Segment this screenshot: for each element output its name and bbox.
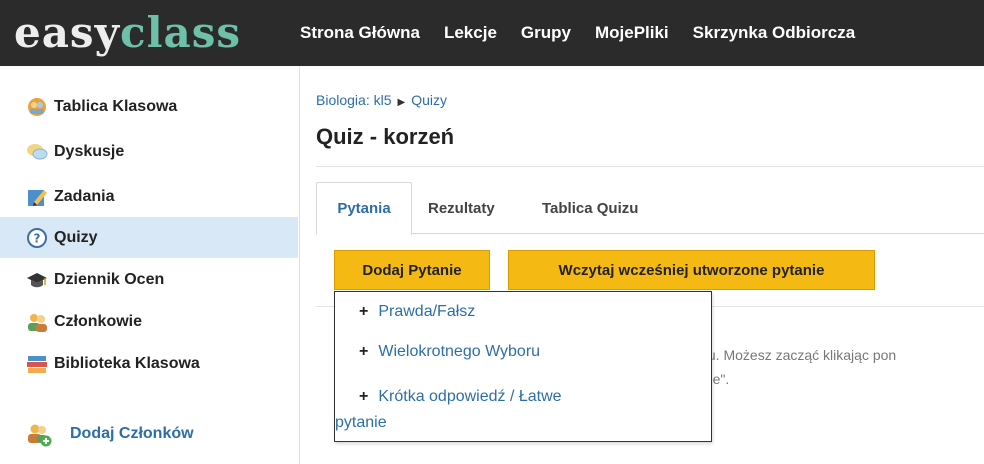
plus-icon: + xyxy=(359,343,369,360)
nav-groups[interactable]: Grupy xyxy=(521,23,571,43)
sidebar-item-library[interactable]: Biblioteka Klasowa xyxy=(0,343,298,384)
main-nav: Strona Główna Lekcje Grupy MojePliki Skr… xyxy=(300,0,879,66)
sidebar-item-label: Członkowie xyxy=(54,312,143,330)
sidebar-item-class-board[interactable]: Tablica Klasowa xyxy=(0,86,298,127)
sidebar-item-discussions[interactable]: Dyskusje xyxy=(0,131,298,172)
menu-item-true-false[interactable]: + Prawda/Fałsz xyxy=(359,303,475,321)
nav-inbox[interactable]: Skrzynka Odbiorcza xyxy=(693,23,856,43)
nav-lessons[interactable]: Lekcje xyxy=(444,23,497,43)
sidebar-item-label: Zadania xyxy=(54,187,115,205)
sidebar-item-members[interactable]: Członkowie xyxy=(0,301,298,342)
sidebar-item-gradebook[interactable]: Dziennik Ocen xyxy=(0,259,298,300)
sidebar-item-label: Dyskusje xyxy=(54,142,125,160)
class-board-icon xyxy=(26,96,48,118)
sidebar-item-label: Quizy xyxy=(54,228,98,246)
speech-bubbles-icon xyxy=(26,141,48,163)
sidebar-item-label: Dziennik Ocen xyxy=(54,270,165,288)
sidebar: Tablica Klasowa Dyskusje Zadania ? Quizy… xyxy=(0,66,300,464)
plus-icon: + xyxy=(359,303,369,320)
plus-icon: + xyxy=(359,388,369,405)
sidebar-item-label: Biblioteka Klasowa xyxy=(54,354,200,372)
assignment-pencil-icon xyxy=(26,186,48,208)
add-members-link[interactable]: Dodaj Członków xyxy=(0,414,298,454)
sidebar-item-assignments[interactable]: Zadania xyxy=(0,176,298,217)
breadcrumb: Biologia: kl5 ▶ Quizy xyxy=(316,92,447,108)
question-type-dropdown: + Prawda/Fałsz + Wielokrotnego Wyboru + Kró… xyxy=(334,291,712,442)
menu-item-multiple-choice[interactable]: + Wielokrotnego Wyboru xyxy=(359,343,540,361)
members-icon xyxy=(26,311,48,333)
menu-item-short-answer[interactable]: + Krótka odpowiedź / Łatwe pytanie xyxy=(335,384,689,436)
sidebar-item-label: Tablica Klasowa xyxy=(54,97,178,115)
add-members-icon xyxy=(26,421,52,447)
top-bar: easyclass Strona Główna Lekcje Grupy Moj… xyxy=(0,0,984,66)
page-title: Quiz - korzeń xyxy=(316,124,455,149)
tab-quiz-board[interactable]: Tablica Quizu xyxy=(542,182,638,234)
svg-text:?: ? xyxy=(34,231,41,245)
nav-my-files[interactable]: MojePliki xyxy=(595,23,669,43)
sidebar-item-quizzes[interactable]: ? Quizy xyxy=(0,217,298,258)
tab-bar: Pytania Rezultaty Tablica Quizu xyxy=(316,182,984,235)
add-members-label: Dodaj Członków xyxy=(70,425,194,442)
breadcrumb-parent[interactable]: Biologia: kl5 xyxy=(316,92,392,108)
easyclass-logo[interactable]: easyclass xyxy=(14,8,241,58)
tab-questions[interactable]: Pytania xyxy=(316,182,412,235)
add-question-button[interactable]: Dodaj Pytanie xyxy=(334,250,490,290)
quiz-question-icon: ? xyxy=(26,227,48,249)
load-question-button[interactable]: Wczytaj wcześniej utworzone pytanie xyxy=(508,250,875,290)
graduation-cap-icon xyxy=(26,269,48,291)
empty-quiz-message: uizu. Możesz zacząć klikając pon tanie". xyxy=(690,347,897,387)
breadcrumb-separator-icon: ▶ xyxy=(397,97,406,108)
divider xyxy=(316,166,984,167)
breadcrumb-current[interactable]: Quizy xyxy=(411,92,447,108)
nav-home[interactable]: Strona Główna xyxy=(300,23,420,43)
books-icon xyxy=(26,353,48,375)
tab-results[interactable]: Rezultaty xyxy=(428,182,495,234)
